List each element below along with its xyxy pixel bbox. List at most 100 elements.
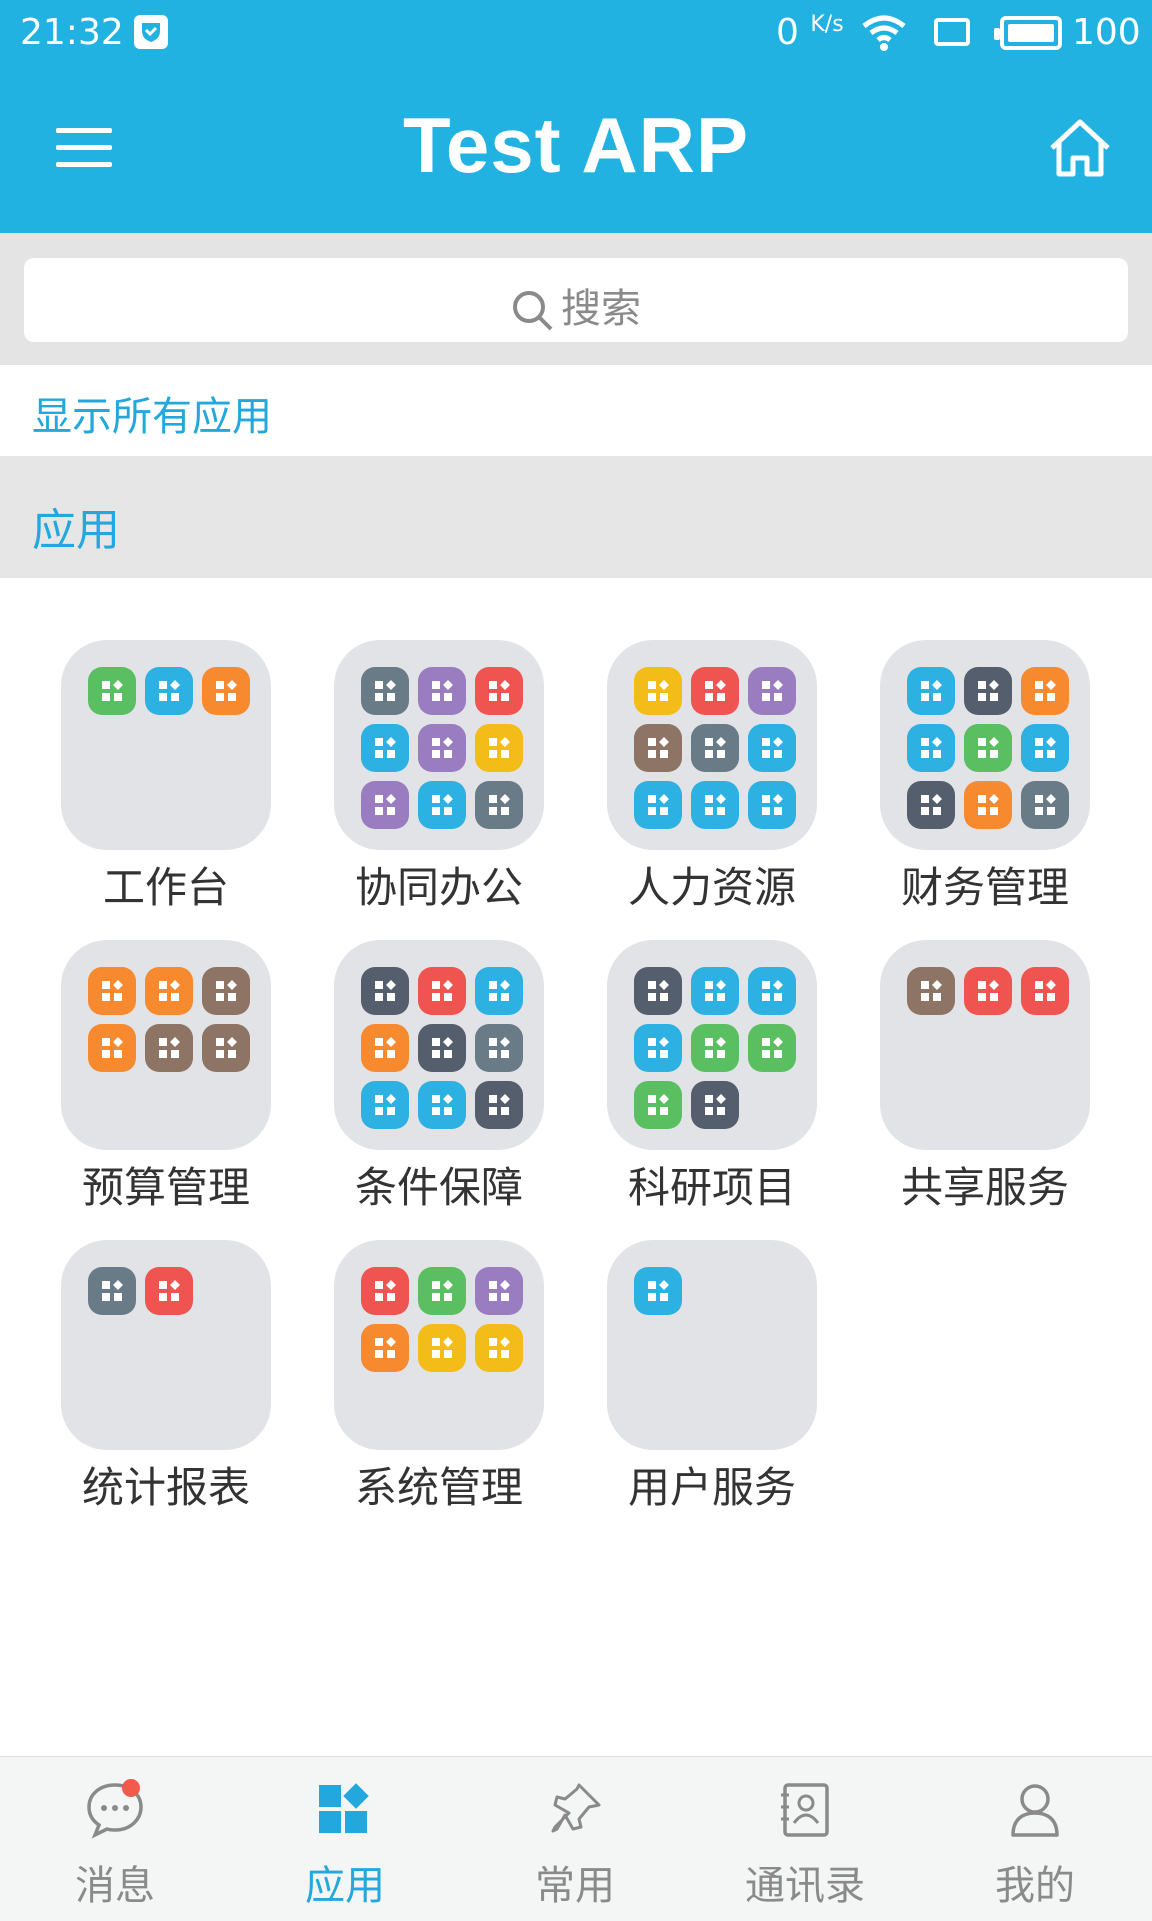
cloud-icon xyxy=(964,967,1012,1015)
database-icon xyxy=(964,781,1012,829)
alarm-icon xyxy=(691,724,739,772)
tab-label: 我的 xyxy=(995,1863,1075,1909)
question-icon xyxy=(475,781,523,829)
grid-icon xyxy=(748,967,796,1015)
folder-preview xyxy=(334,1240,544,1450)
tab-apps[interactable]: 应用 xyxy=(230,1757,460,1921)
folder-label: 共享服务 xyxy=(900,1163,1069,1212)
app-header: 21:32 0 K/s 100 Test ARP xyxy=(0,0,1152,233)
folder-preview xyxy=(607,640,817,850)
folder-preview xyxy=(607,940,817,1150)
search-input[interactable]: 搜索 xyxy=(24,258,1128,342)
receipt-icon xyxy=(964,667,1012,715)
meeting-icon xyxy=(748,1024,796,1072)
layers-icon xyxy=(634,967,682,1015)
app-folder[interactable]: 条件保障 xyxy=(334,940,544,1212)
question-icon xyxy=(418,781,466,829)
trophy-icon xyxy=(634,1081,682,1129)
shield-check-icon xyxy=(134,15,168,49)
app-folder[interactable]: 共享服务 xyxy=(880,940,1090,1212)
grid-icon xyxy=(748,724,796,772)
app-folder[interactable]: 人力资源 xyxy=(607,640,817,912)
app-folder[interactable]: 财务管理 xyxy=(880,640,1090,912)
calculator-icon xyxy=(145,1267,193,1315)
bottom-tab-bar: 消息 应用 常用 通讯录 我的 xyxy=(0,1756,1152,1921)
app-folder[interactable]: 系统管理 xyxy=(334,1240,544,1512)
folder-preview xyxy=(334,640,544,850)
coin-doc-icon xyxy=(1021,667,1069,715)
card-icon xyxy=(145,967,193,1015)
flag-icon xyxy=(88,967,136,1015)
laptop-icon xyxy=(475,1024,523,1072)
folder-preview xyxy=(61,640,271,850)
app-folder[interactable]: 协同办公 xyxy=(334,640,544,912)
network-speed-value: 0 xyxy=(776,12,799,53)
tab-profile[interactable]: 我的 xyxy=(920,1757,1150,1921)
grid-icon xyxy=(748,781,796,829)
clock-user-icon xyxy=(748,667,796,715)
folder-label: 条件保障 xyxy=(354,1163,523,1212)
grid-icon xyxy=(634,1267,682,1315)
tab-favorites[interactable]: 常用 xyxy=(460,1757,690,1921)
yen-doc-icon xyxy=(964,724,1012,772)
status-time: 21:32 xyxy=(20,12,124,53)
grid-icon xyxy=(475,967,523,1015)
monitor-icon xyxy=(418,967,466,1015)
shield-icon xyxy=(361,1324,409,1372)
app-folder[interactable]: 用户服务 xyxy=(607,1240,817,1512)
yen-doc-icon xyxy=(418,1024,466,1072)
folder-label: 人力资源 xyxy=(627,863,796,912)
grid-icon xyxy=(361,724,409,772)
gear-icon xyxy=(202,1024,250,1072)
team-icon xyxy=(691,667,739,715)
tab-messages[interactable]: 消息 xyxy=(0,1757,230,1921)
calendar-icon xyxy=(361,667,409,715)
car-icon xyxy=(475,667,523,715)
gear-icon xyxy=(475,1081,523,1129)
battery-percent: 100 xyxy=(1072,12,1141,53)
grid-icon xyxy=(1021,724,1069,772)
clipboard-icon xyxy=(418,724,466,772)
list-icon xyxy=(88,667,136,715)
gear-icon xyxy=(907,781,955,829)
plane-icon xyxy=(634,724,682,772)
wifi-icon xyxy=(860,14,908,56)
show-all-apps-link[interactable]: 显示所有应用 xyxy=(32,384,272,442)
laptop-icon xyxy=(475,724,523,772)
app-folder[interactable]: 工作台 xyxy=(61,640,271,912)
monitor-icon xyxy=(1021,967,1069,1015)
folder-preview xyxy=(607,1240,817,1450)
app-folder[interactable]: 统计报表 xyxy=(61,1240,271,1512)
app-folder[interactable]: 科研项目 xyxy=(607,940,817,1212)
page-title: Test ARP xyxy=(402,101,750,189)
bar-chart-icon xyxy=(475,1324,523,1372)
grid-icon xyxy=(361,1081,409,1129)
hand-icon xyxy=(88,1024,136,1072)
search-icon xyxy=(513,291,553,331)
folder-preview xyxy=(61,940,271,1150)
note-icon xyxy=(361,781,409,829)
bar-chart-icon xyxy=(691,1024,739,1072)
grid-icon xyxy=(634,781,682,829)
org-icon xyxy=(202,967,250,1015)
flask-icon xyxy=(361,967,409,1015)
org-icon xyxy=(634,667,682,715)
grid-icon xyxy=(418,1081,466,1129)
tab-contacts[interactable]: 通讯录 xyxy=(690,1757,920,1921)
search-area: 搜索 xyxy=(0,233,1152,365)
profile-icon xyxy=(1011,1784,1059,1837)
folder-label: 系统管理 xyxy=(354,1463,523,1512)
folder-label: 用户服务 xyxy=(627,1463,796,1512)
flag-icon xyxy=(88,1267,136,1315)
stamp-icon xyxy=(418,1324,466,1372)
wrench-icon xyxy=(418,1267,466,1315)
grid-icon xyxy=(361,1267,409,1315)
grid-icon xyxy=(691,967,739,1015)
folder-label: 协同办公 xyxy=(354,863,523,912)
app-folder[interactable]: 预算管理 xyxy=(61,940,271,1212)
tab-label: 应用 xyxy=(305,1863,385,1909)
share-icon xyxy=(907,724,955,772)
home-icon[interactable] xyxy=(1046,114,1114,182)
network-speed-unit: K/s xyxy=(810,12,844,37)
tab-label: 消息 xyxy=(75,1863,155,1909)
